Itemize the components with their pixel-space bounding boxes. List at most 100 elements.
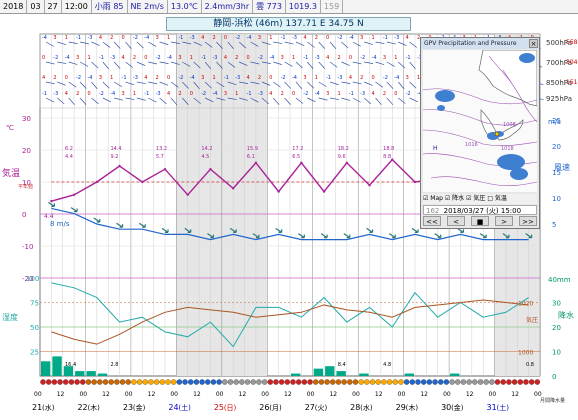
barb-temp-label: 1 bbox=[372, 35, 375, 41]
temp-point bbox=[163, 168, 167, 171]
barb-temp-label: -4 bbox=[110, 91, 115, 97]
day-weekday-label: (日) bbox=[224, 404, 237, 412]
barb-temp-label: -2 bbox=[99, 91, 104, 97]
barb-temp-label: -4 bbox=[212, 91, 217, 97]
weather-icon bbox=[199, 379, 205, 385]
barb-temp-label: -4 bbox=[247, 35, 252, 41]
daily-max-label: 14.4 bbox=[110, 146, 121, 152]
close-button[interactable]: × bbox=[529, 39, 538, 48]
barb-temp-label: 0 bbox=[394, 91, 397, 97]
barb-temp-label: 0 bbox=[326, 35, 329, 41]
barb-temp-label: -1 bbox=[326, 75, 331, 81]
precip-bar bbox=[404, 373, 414, 376]
barb-temp-label: -1 bbox=[247, 91, 252, 97]
map-nav[interactable]: << < ■ > >> bbox=[423, 216, 537, 227]
weather-icon bbox=[51, 379, 58, 385]
precip-tick-label: 10 bbox=[552, 349, 561, 357]
temp-point bbox=[300, 161, 303, 164]
weather-icon bbox=[489, 379, 495, 385]
map-panel[interactable]: GPV Precipitation and Pressure × H 1016 bbox=[420, 37, 540, 229]
barb-temp-label: -4 bbox=[42, 35, 47, 41]
weather-icon bbox=[523, 379, 529, 385]
weather-icon bbox=[460, 379, 467, 385]
opt-pressure[interactable]: ☑ 気圧 bbox=[466, 195, 485, 202]
nav-stop-button[interactable]: ■ bbox=[471, 216, 489, 226]
map-datetime-text: 2018/03/27 (火) 15:00 bbox=[443, 207, 522, 215]
wind-tick-label: 20 bbox=[552, 143, 561, 151]
barb-temp-label: -1 bbox=[383, 35, 388, 41]
barb-temp-label: 4 bbox=[167, 91, 170, 97]
nav-last-button[interactable]: >> bbox=[519, 216, 537, 226]
hour-tick-label: 12 bbox=[148, 391, 156, 398]
precip-bar bbox=[75, 371, 85, 376]
nav-next-button[interactable]: > bbox=[495, 216, 513, 226]
opt-temp[interactable]: □ 気温 bbox=[487, 195, 507, 202]
temp-point bbox=[322, 190, 326, 193]
barb-temp-label: -3 bbox=[292, 35, 297, 41]
weather-icon bbox=[477, 379, 484, 385]
hour-tick-label: 00 bbox=[261, 391, 269, 398]
day-number-label: 25 bbox=[214, 403, 224, 412]
barb-temp-label: 2 bbox=[76, 91, 79, 97]
precip-axis-title: 降水 bbox=[558, 310, 574, 320]
pressure-level-label: 925hPa bbox=[546, 95, 572, 103]
weather-icon bbox=[432, 379, 438, 385]
temp-point bbox=[141, 180, 144, 184]
barb-temp-label: -1 bbox=[224, 75, 229, 81]
weather-icon bbox=[443, 379, 450, 385]
barb-temp-label: 0 bbox=[65, 75, 68, 81]
barb-temp-label: 1 bbox=[110, 75, 113, 81]
weather-icon bbox=[324, 379, 330, 385]
barb-temp-label: 0 bbox=[292, 91, 295, 97]
daily-max-label: 14.2 bbox=[201, 146, 212, 152]
precip-map[interactable]: H 1016 1008 1018 bbox=[423, 50, 537, 192]
hour-tick-label: 00 bbox=[489, 391, 497, 398]
nav-first-button[interactable]: << bbox=[423, 216, 441, 226]
weather-icon bbox=[222, 379, 228, 385]
day-number-label: 26 bbox=[259, 403, 269, 412]
day-number-label: 27 bbox=[305, 403, 315, 412]
barb-temp-label: 4 bbox=[372, 91, 375, 97]
weather-icon bbox=[131, 379, 137, 385]
barb-temp-label: 1 bbox=[269, 35, 272, 41]
precip-bar bbox=[52, 356, 62, 376]
weather-icon bbox=[403, 379, 410, 385]
barb-temp-label: -4 bbox=[144, 35, 149, 41]
weather-icon bbox=[80, 379, 86, 385]
barb-temp-label: 0 bbox=[167, 75, 170, 81]
precip-bar bbox=[359, 373, 369, 376]
nav-prev-button[interactable]: < bbox=[447, 216, 465, 226]
day-weekday-label: (木) bbox=[87, 403, 100, 412]
day-number-label: 29 bbox=[396, 403, 406, 412]
precip-bar bbox=[336, 371, 346, 376]
barb-temp-label: 1 bbox=[315, 75, 318, 81]
opt-precip[interactable]: ☑ 降水 bbox=[445, 195, 464, 202]
barb-temp-label: -4 bbox=[372, 55, 377, 61]
barb-temp-label: 1 bbox=[212, 75, 215, 81]
map-options[interactable]: ☑ Map ☑ 降水 ☑ 気圧 □ 気温 bbox=[423, 194, 537, 204]
barb-temp-label: 2 bbox=[360, 75, 363, 81]
barb-temp-label: 3 bbox=[360, 35, 363, 41]
temp-point bbox=[72, 193, 76, 196]
weather-icon bbox=[517, 379, 524, 385]
barb-temp-label: -4 bbox=[394, 75, 399, 81]
daily-max-label: 15.9 bbox=[247, 146, 258, 152]
barb-temp-label: -3 bbox=[87, 35, 92, 41]
barb-temp-label: 2 bbox=[133, 55, 136, 61]
barb-temp-label: 0 bbox=[190, 91, 193, 97]
barb-temp-label: -3 bbox=[337, 75, 342, 81]
barb-temp-label: 4 bbox=[201, 35, 204, 41]
station-marker bbox=[494, 131, 500, 137]
daily-min-label: 9.2 bbox=[110, 154, 118, 160]
barb-temp-label: -1 bbox=[122, 75, 127, 81]
barb-temp-label: -3 bbox=[360, 91, 365, 97]
weather-icon bbox=[483, 379, 489, 385]
barb-temp-label: 2 bbox=[383, 91, 386, 97]
weather-icon bbox=[506, 379, 512, 385]
weather-icon bbox=[125, 379, 131, 385]
opt-map[interactable]: ☑ Map bbox=[423, 195, 443, 202]
trace-precip-label: 0.8 bbox=[526, 362, 534, 368]
weather-icon bbox=[290, 379, 296, 385]
daily-min-label: 8.8 bbox=[383, 154, 391, 160]
day-weekday-label: (水) bbox=[360, 403, 373, 412]
